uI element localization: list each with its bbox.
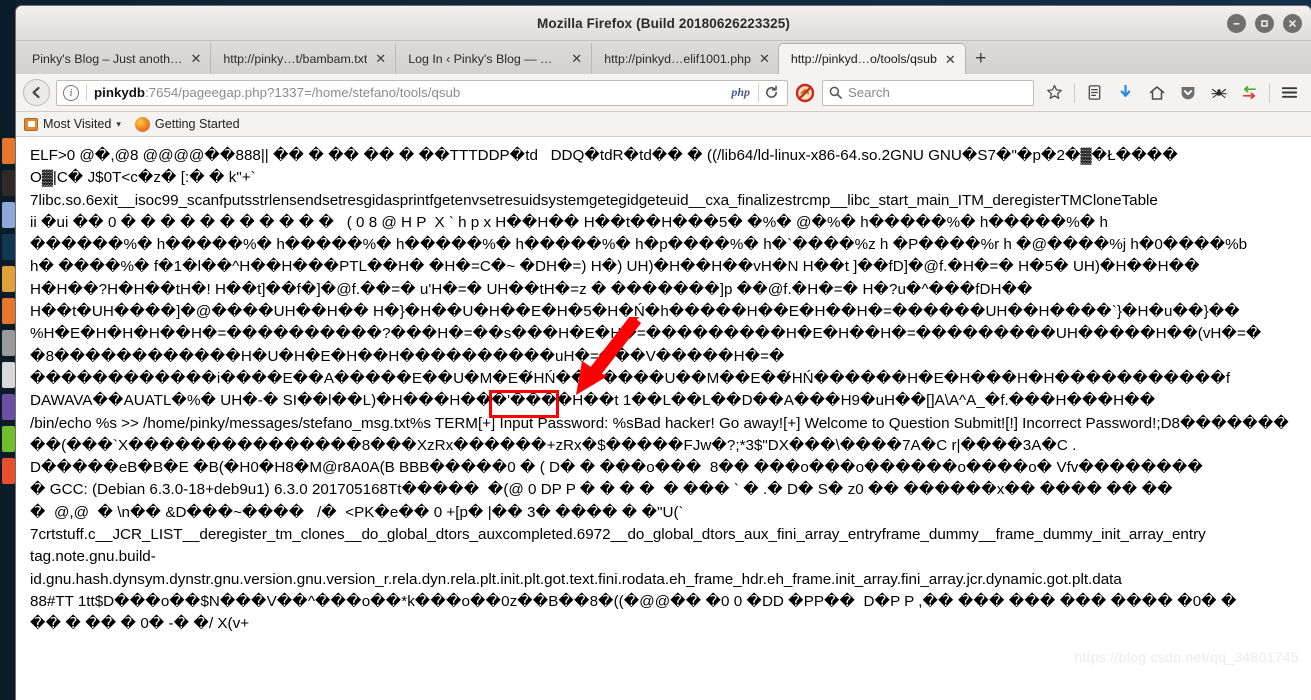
bookmark-most-visited[interactable]: Most Visited ▾ [24,117,121,131]
address-bar[interactable]: i pinkydb:7654/pageegap.php?1337=/home/s… [56,79,788,106]
tab-close-icon[interactable]: ✕ [375,52,386,65]
desktop-dock[interactable] [0,0,16,700]
bookmark-folder-icon [24,117,38,131]
binary-dump-text: ELF>0 @�,@8 @@@@��888|| �� � �� �� � ��T… [30,147,1289,633]
dock-item-6[interactable] [1,298,15,324]
window-titlebar: Mozilla Firefox (Build 20180626223325) [16,6,1311,41]
bookmark-label: Most Visited [43,117,112,131]
tab-4-active[interactable]: http://pinkyd…o/tools/qsub ✕ [777,43,966,74]
navigation-toolbar: i pinkydb:7654/pageegap.php?1337=/home/s… [16,74,1311,112]
bookmark-getting-started[interactable]: Getting Started [134,116,240,132]
url-host: pinkydb [94,85,145,100]
tab-label: http://pinky…t/bambam.txt [223,51,368,66]
firefox-icon [134,116,150,132]
dock-item-11[interactable] [1,458,15,484]
site-info-icon[interactable]: i [63,84,79,101]
toolbar-icons [1040,79,1304,107]
tab-label: Log In ‹ Pinky's Blog — W… [408,51,564,66]
bookmark-label: Getting Started [154,117,240,131]
tab-close-icon[interactable]: ✕ [571,52,582,65]
bookmarks-toolbar: Most Visited ▾ Getting Started [16,112,1311,137]
dock-item-5[interactable] [1,266,15,292]
tab-close-icon[interactable]: ✕ [190,52,201,65]
bookmark-star-icon[interactable] [1040,79,1069,107]
php-indicator: php [731,85,750,99]
new-tab-button[interactable]: + [966,43,996,74]
search-input[interactable]: Search [848,85,890,100]
spider-icon[interactable] [1204,79,1233,107]
close-button[interactable] [1283,14,1302,33]
reader-list-icon[interactable] [1080,79,1109,107]
sync-arrows-icon[interactable] [1235,79,1264,107]
noscript-icon[interactable] [794,82,816,104]
toolbar-divider [1074,82,1075,103]
page-content: ELF>0 @�,@8 @@@@��888|| �� � �� �� � ��T… [16,137,1311,674]
reload-icon[interactable] [759,85,783,100]
dock-item-7[interactable] [1,330,15,356]
tab-label: http://pinkyd…elif1001.php [604,51,751,66]
tab-1[interactable]: http://pinky…t/bambam.txt ✕ [210,43,395,74]
url-text: pinkydb:7654/pageegap.php?1337=/home/ste… [94,85,723,100]
dock-item-2[interactable] [1,170,15,196]
tab-strip: Pinky's Blog – Just anoth… ✕ http://pink… [16,41,1311,74]
dock-item-1[interactable] [1,138,15,164]
toolbar-divider-2 [1269,82,1270,103]
search-box[interactable]: Search [822,79,1034,106]
search-icon [829,86,842,99]
tab-label: Pinky's Blog – Just anoth… [32,51,183,66]
tab-label: http://pinkyd…o/tools/qsub [790,52,937,66]
back-button[interactable] [23,79,50,106]
home-icon[interactable] [1142,79,1171,107]
window-controls [1227,6,1302,41]
dock-item-9[interactable] [1,394,15,420]
url-divider [86,84,87,101]
csdn-watermark: https://blog.csdn.net/qq_34801745 [1074,649,1299,665]
tab-close-icon[interactable]: ✕ [945,53,956,66]
maximize-button[interactable] [1255,14,1274,33]
dock-item-3[interactable] [1,202,15,228]
window-title: Mozilla Firefox (Build 20180626223325) [537,15,790,31]
url-path: :7654/pageegap.php?1337=/home/stefano/to… [144,85,461,100]
tab-close-icon[interactable]: ✕ [759,52,770,65]
downloads-icon[interactable] [1111,79,1140,107]
tab-2[interactable]: Log In ‹ Pinky's Blog — W… ✕ [395,43,591,74]
tab-3[interactable]: http://pinkyd…elif1001.php ✕ [591,43,779,74]
pocket-shield-icon[interactable] [1173,79,1202,107]
tab-0[interactable]: Pinky's Blog – Just anoth… ✕ [20,43,210,74]
hamburger-menu-icon[interactable] [1275,79,1304,107]
firefox-window: Mozilla Firefox (Build 20180626223325) P… [16,6,1311,700]
dock-item-10[interactable] [1,426,15,452]
dock-item-8[interactable] [1,362,15,388]
chevron-down-icon[interactable]: ▾ [116,119,121,130]
minimize-button[interactable] [1227,14,1246,33]
dock-item-4[interactable] [1,234,15,260]
